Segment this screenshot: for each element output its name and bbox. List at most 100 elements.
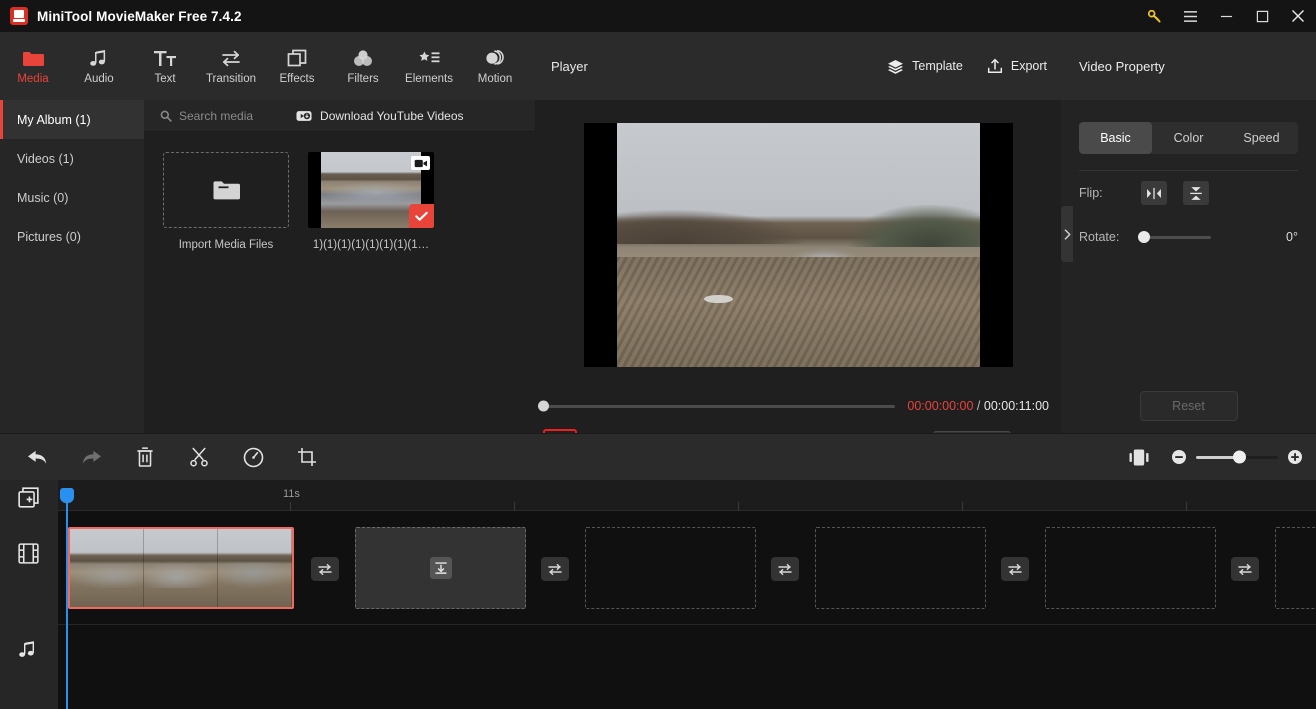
sidebar-item-videos[interactable]: Videos (1) <box>0 139 144 178</box>
drop-media-icon <box>429 557 452 579</box>
transition-slot-button[interactable] <box>541 557 569 581</box>
elements-star-list-icon <box>418 48 441 68</box>
zoom-in-button[interactable] <box>1282 434 1308 481</box>
close-icon[interactable] <box>1280 0 1316 32</box>
zoom-slider-handle[interactable] <box>1233 450 1246 464</box>
timeline-clip[interactable] <box>68 527 294 609</box>
sidebar-item-my-album[interactable]: My Album (1) <box>0 100 144 139</box>
playhead-handle[interactable] <box>60 488 74 503</box>
add-media-icon[interactable] <box>18 487 39 508</box>
playhead[interactable] <box>60 488 74 709</box>
treeline-right <box>848 205 980 247</box>
menu-icon[interactable] <box>1172 0 1208 32</box>
reset-label: Reset <box>1172 399 1205 413</box>
export-button[interactable]: Export <box>987 58 1047 74</box>
media-thumbnail[interactable] <box>308 152 434 228</box>
effects-squares-icon <box>287 48 308 68</box>
media-slot[interactable] <box>1045 527 1216 609</box>
key-icon[interactable] <box>1136 0 1172 32</box>
sidebar-item-music[interactable]: Music (0) <box>0 178 144 217</box>
toolbar-item-transition[interactable]: Transition <box>198 32 264 100</box>
tab-color[interactable]: Color <box>1152 122 1225 154</box>
undo-button[interactable] <box>10 434 64 481</box>
toolbar-item-text[interactable]: Text <box>132 32 198 100</box>
tab-speed[interactable]: Speed <box>1225 122 1298 154</box>
reset-button[interactable]: Reset <box>1139 391 1238 421</box>
maximize-icon[interactable] <box>1244 0 1280 32</box>
folder-import-icon <box>212 179 240 202</box>
timeline-toolbar <box>0 433 1316 480</box>
timeline-zoom-slider[interactable] <box>1196 450 1278 464</box>
toolbar-item-media[interactable]: Media <box>0 32 66 100</box>
import-media-dropzone[interactable] <box>163 152 289 228</box>
seek-handle[interactable] <box>538 400 549 412</box>
flip-horizontal-icon[interactable] <box>1141 181 1167 205</box>
chevron-right-icon <box>1064 228 1071 240</box>
toolbar-item-filters[interactable]: Filters <box>330 32 396 100</box>
split-button[interactable] <box>172 434 226 481</box>
download-youtube-label: Download YouTube Videos <box>320 108 464 123</box>
player-stage <box>535 100 1061 389</box>
speed-button[interactable] <box>226 434 280 481</box>
search-input[interactable]: Search media <box>160 109 253 123</box>
media-slot[interactable] <box>355 527 526 609</box>
minimize-icon[interactable] <box>1208 0 1244 32</box>
player-header: Player Template Export <box>535 32 1061 100</box>
fit-to-timeline-icon[interactable] <box>1112 434 1166 481</box>
toolbar-item-effects[interactable]: Effects <box>264 32 330 100</box>
transition-slot-button[interactable] <box>311 557 339 581</box>
text-icon <box>153 48 177 68</box>
timeline-zoom-controls <box>1112 434 1316 481</box>
download-youtube-button[interactable]: Download YouTube Videos <box>296 108 464 123</box>
media-slot[interactable] <box>585 527 756 609</box>
sidebar-item-label: Videos (1) <box>17 151 74 166</box>
template-button[interactable]: Template <box>887 59 963 74</box>
media-slot[interactable] <box>1275 527 1316 609</box>
toolbar-label: Filters <box>347 72 379 85</box>
app-title: MiniTool MovieMaker Free 7.4.2 <box>37 8 242 24</box>
redo-button <box>64 434 118 481</box>
video-property-panel: Video Property Basic Color Speed Flip: R… <box>1061 32 1316 433</box>
timecode-total: 00:00:11:00 <box>983 399 1049 413</box>
timeline-ruler[interactable]: 0s 11s <box>58 480 1316 511</box>
media-item[interactable]: 1)(1)(1)(1)(1)(1)(1)(1… <box>308 152 434 251</box>
check-icon[interactable] <box>409 204 434 228</box>
filters-circles-icon <box>352 48 374 68</box>
sidebar-item-pictures[interactable]: Pictures (0) <box>0 217 144 256</box>
flip-label: Flip: <box>1079 186 1103 200</box>
delete-button[interactable] <box>118 434 172 481</box>
search-icon <box>160 110 172 122</box>
transition-slot-button[interactable] <box>1231 557 1259 581</box>
transition-slot-button[interactable] <box>771 557 799 581</box>
sidebar-item-label: My Album (1) <box>17 112 91 127</box>
toolbar-item-audio[interactable]: Audio <box>66 32 132 100</box>
rotate-label: Rotate: <box>1079 230 1120 244</box>
transition-slot-button[interactable] <box>1001 557 1029 581</box>
seek-slider[interactable] <box>538 400 896 412</box>
video-preview[interactable] <box>583 122 1013 367</box>
panel-collapse-toggle[interactable] <box>1061 206 1073 262</box>
media-slot[interactable] <box>815 527 986 609</box>
youtube-download-icon <box>296 110 312 122</box>
toolbar-item-motion[interactable]: Motion <box>462 32 528 100</box>
toolbar-item-elements[interactable]: Elements <box>396 32 462 100</box>
video-track[interactable] <box>58 511 1316 625</box>
import-media-cell[interactable]: Import Media Files <box>163 152 289 251</box>
video-camera-icon <box>411 156 430 170</box>
media-grid: Import Media Files 1)(1)(1)(1)(1)(1)(1)(… <box>144 132 535 251</box>
audio-track[interactable] <box>58 625 1316 709</box>
crop-button[interactable] <box>280 434 334 481</box>
rotate-slider[interactable] <box>1138 231 1211 243</box>
property-title: Video Property <box>1061 32 1316 100</box>
treeline-left <box>616 210 806 245</box>
toolbar-label: Media <box>17 72 49 85</box>
template-label: Template <box>912 59 963 73</box>
zoom-out-button[interactable] <box>1166 434 1192 481</box>
rotate-handle[interactable] <box>1138 231 1150 243</box>
flip-vertical-icon[interactable] <box>1183 181 1209 205</box>
reset-row: Reset <box>1061 391 1316 421</box>
toolbar-label: Effects <box>279 72 315 85</box>
player-title: Player <box>551 58 588 74</box>
tab-label: Speed <box>1243 131 1280 145</box>
tab-basic[interactable]: Basic <box>1079 122 1152 154</box>
